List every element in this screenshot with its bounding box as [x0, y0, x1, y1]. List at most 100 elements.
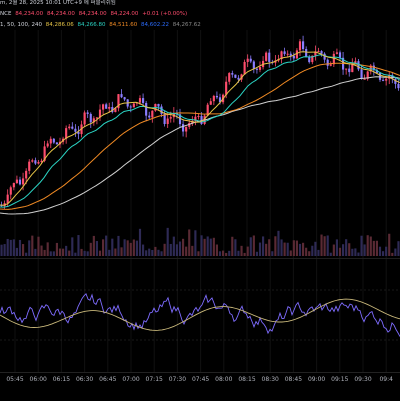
candle-body — [138, 98, 142, 103]
volume-bar — [228, 250, 231, 256]
time-axis-label: 06:30 — [75, 376, 94, 383]
candle-body — [68, 126, 71, 129]
candle-body — [28, 161, 31, 171]
candle-body — [258, 67, 262, 70]
candle-body — [55, 142, 58, 145]
volume-bar — [172, 236, 175, 256]
volume-bar — [345, 239, 348, 256]
volume-bar — [292, 240, 295, 256]
candle-body — [308, 56, 311, 63]
volume-bar — [86, 251, 89, 256]
volume-bar — [397, 241, 400, 256]
candle-body — [283, 51, 286, 55]
candle-body — [145, 102, 148, 116]
candle-body — [86, 112, 89, 114]
volume-bar — [394, 248, 397, 256]
volume-bar — [363, 244, 366, 256]
candle-body — [108, 107, 111, 109]
price-chart-canvas[interactable] — [0, 0, 400, 372]
candle-body — [166, 118, 169, 124]
volume-bar — [175, 244, 178, 256]
candle-body — [317, 51, 320, 53]
candle-body — [209, 101, 212, 105]
candle-body — [231, 73, 234, 75]
volume-bar — [77, 235, 80, 256]
candle-body — [320, 51, 323, 54]
volume-bar — [262, 236, 265, 256]
candle-body — [363, 78, 366, 80]
pane-divider — [0, 258, 400, 259]
volume-bar — [317, 249, 320, 256]
candle-body — [292, 55, 295, 59]
candle-body — [89, 113, 92, 123]
volume-bar — [369, 236, 372, 256]
candle-body — [37, 161, 40, 164]
candle-body — [305, 49, 308, 57]
volume-bar — [329, 252, 332, 256]
volume-bar — [9, 239, 12, 256]
candle-body — [212, 95, 215, 102]
volume-bar — [151, 249, 154, 256]
candle-body — [83, 112, 86, 125]
candle-body — [335, 52, 338, 54]
volume-bar — [206, 236, 209, 256]
volume-bar — [289, 250, 292, 256]
volume-bar — [3, 244, 6, 256]
volume-bar — [286, 242, 289, 256]
volume-bar — [391, 252, 394, 256]
volume-bar — [95, 241, 98, 256]
volume-bar — [163, 243, 166, 256]
volume-bar — [354, 248, 357, 256]
candle-body — [185, 126, 188, 132]
candle-body — [142, 98, 145, 103]
volume-bar — [92, 235, 95, 256]
volume-bar — [372, 240, 375, 256]
volume-bar — [338, 247, 342, 256]
candle-body — [249, 58, 252, 62]
volume-bar — [258, 242, 262, 256]
volume-bar — [378, 246, 382, 256]
candle-body — [182, 124, 185, 132]
volume-bar — [22, 244, 25, 256]
volume-bar — [194, 230, 197, 256]
volume-bar — [240, 245, 243, 256]
volume-bar — [132, 239, 135, 256]
volume-bar — [37, 236, 40, 256]
candle-body — [169, 117, 172, 119]
candle-body — [15, 179, 18, 184]
volume-bar — [326, 235, 329, 256]
volume-bar — [265, 243, 268, 256]
candle-body — [329, 64, 332, 66]
volume-bar — [255, 251, 258, 256]
volume-bar — [332, 244, 335, 256]
candle-body — [302, 41, 305, 50]
candle-body — [225, 81, 228, 95]
volume-bar — [12, 239, 15, 256]
candle-body — [252, 61, 255, 69]
volume-bar — [243, 252, 246, 256]
candle-body — [123, 97, 126, 100]
candle-body — [215, 95, 218, 98]
time-axis: 05:45 06:00 06:15 06:30 06:45 07:00 07:15 07:30… — [0, 372, 400, 401]
volume-bar — [74, 252, 77, 256]
volume-bar — [83, 250, 86, 256]
volume-bar — [135, 240, 138, 256]
volume-bar — [323, 236, 326, 256]
time-axis-label: 07:30 — [168, 376, 187, 383]
candle-body — [228, 73, 231, 82]
candle-body — [132, 103, 135, 108]
volume-bar — [40, 245, 43, 256]
candle-body — [385, 78, 388, 81]
volume-bar — [357, 252, 360, 256]
volume-bar — [49, 251, 52, 256]
volume-bar — [98, 250, 102, 256]
candle-body — [148, 115, 151, 118]
volume-bar — [6, 238, 9, 256]
volume-bar — [225, 252, 228, 256]
volume-bar — [388, 233, 391, 256]
candle-body — [22, 178, 25, 185]
volume-bar — [18, 239, 22, 256]
candle-body — [102, 104, 105, 110]
volume-bar — [305, 247, 308, 256]
time-axis-label: 07:15 — [145, 376, 163, 383]
